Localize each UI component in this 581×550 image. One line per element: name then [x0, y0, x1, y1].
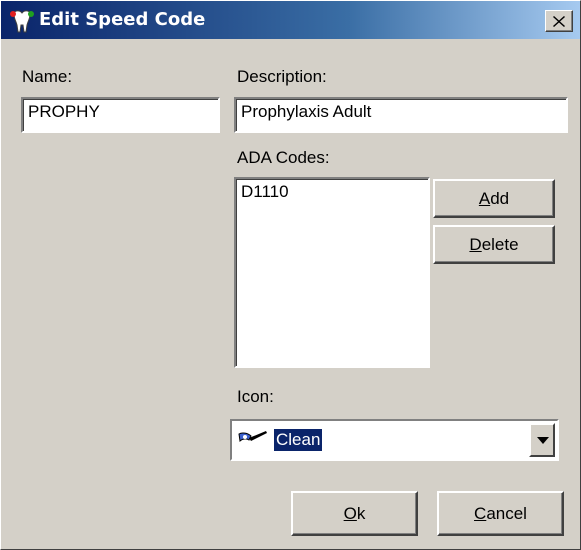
icon-label: Icon: — [237, 387, 274, 406]
icon-dropdown-button[interactable] — [529, 423, 555, 457]
description-label: Description: — [237, 67, 327, 86]
window-title: Edit Speed Code — [39, 9, 206, 30]
name-field[interactable]: PROPHY — [21, 97, 220, 133]
add-button[interactable]: Add — [433, 179, 555, 218]
icon-select-value: Clean — [274, 429, 323, 451]
close-button[interactable] — [545, 10, 573, 32]
chevron-down-icon — [537, 437, 549, 444]
ok-button[interactable]: Ok — [291, 491, 418, 536]
name-label: Name: — [22, 67, 73, 86]
list-item[interactable]: D1110 — [241, 182, 423, 202]
close-icon — [553, 16, 565, 27]
add-button-label: Add — [478, 188, 510, 208]
description-value: Prophylaxis Adult — [241, 102, 372, 121]
ada-codes-list[interactable]: D1110 — [234, 177, 430, 368]
delete-button[interactable]: Delete — [433, 225, 555, 264]
ada-codes-label: ADA Codes: — [237, 148, 330, 167]
ok-button-label: Ok — [343, 503, 366, 523]
tooth-app-icon — [9, 8, 35, 34]
icon-select[interactable]: Clean — [230, 419, 559, 461]
name-value: PROPHY — [28, 102, 100, 121]
delete-button-label: Delete — [469, 234, 519, 254]
clean-tool-icon — [236, 429, 270, 456]
edit-speed-code-dialog: Edit Speed Code Name: PROPHY Description… — [0, 0, 581, 550]
cancel-button[interactable]: Cancel — [437, 491, 564, 536]
title-bar[interactable]: Edit Speed Code — [1, 1, 580, 39]
cancel-button-label: Cancel — [474, 503, 527, 523]
description-field[interactable]: Prophylaxis Adult — [234, 97, 568, 133]
